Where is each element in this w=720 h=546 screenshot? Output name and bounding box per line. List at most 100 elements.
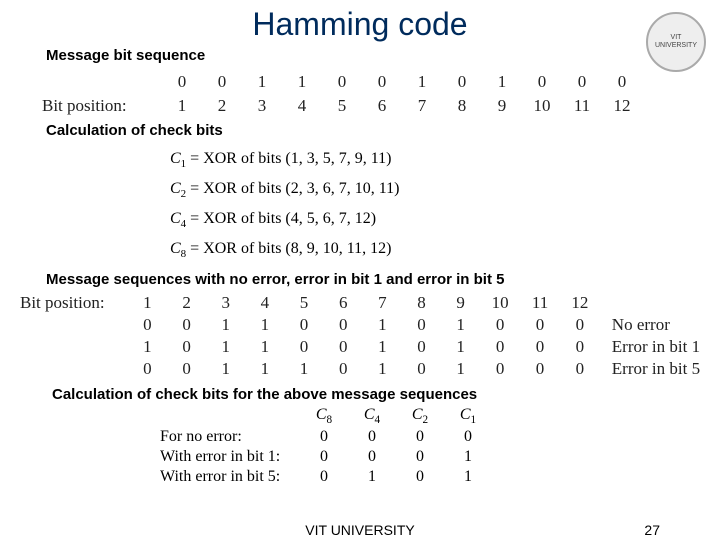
bit-value: 0 [162, 70, 202, 94]
syndrome-value: 0 [396, 447, 444, 467]
bit-value: 0 [602, 70, 642, 94]
bit-value: 1 [441, 336, 480, 358]
bit-value: 1 [206, 358, 245, 380]
bit-position: 3 [206, 292, 245, 314]
table-row: For no error: 0 0 0 0 [160, 427, 492, 447]
bit-position: 10 [522, 94, 562, 118]
row-label: No error [600, 314, 720, 336]
syndrome-header: C1 [444, 405, 492, 427]
equation-row: C4 = XOR of bits (4, 5, 6, 7, 12) [170, 205, 720, 235]
table-row: Bit position: 1 2 3 4 5 6 7 8 9 10 11 12 [20, 292, 720, 314]
bit-position: 8 [402, 292, 441, 314]
table-row: C8 C4 C2 C1 [160, 405, 492, 427]
eq-sub: 2 [181, 188, 187, 200]
bit-position: 12 [560, 292, 600, 314]
syndrome-value: 1 [444, 467, 492, 487]
bit-position: 1 [128, 292, 167, 314]
syndrome-value: 0 [300, 427, 348, 447]
equation-row: C1 = XOR of bits (1, 3, 5, 7, 9, 11) [170, 145, 720, 175]
bit-position: 7 [402, 94, 442, 118]
syndrome-value: 0 [300, 447, 348, 467]
eq-var: C [170, 180, 181, 197]
bit-position: 6 [324, 292, 363, 314]
logo-line2: UNIVERSITY [655, 42, 697, 50]
label-calc-check-bits: Calculation of check bits [46, 122, 720, 139]
bit-value: 1 [363, 314, 402, 336]
footer-page-number: 27 [644, 522, 660, 538]
error-sequence-table: Bit position: 1 2 3 4 5 6 7 8 9 10 11 12… [20, 292, 720, 380]
bit-position: 9 [482, 94, 522, 118]
bit-value: 0 [402, 336, 441, 358]
syndrome-value: 0 [348, 427, 396, 447]
bit-value: 0 [284, 336, 323, 358]
bit-position: 12 [602, 94, 642, 118]
bit-sequence-table: 0 0 1 1 0 0 1 0 1 0 0 0 Bit position: 1 … [42, 70, 642, 118]
eq-rhs: = XOR of bits (4, 5, 6, 7, 12) [190, 210, 376, 227]
bit-value: 0 [442, 70, 482, 94]
bit-value: 0 [322, 70, 362, 94]
bit-value: 1 [206, 314, 245, 336]
bit-value: 0 [128, 314, 167, 336]
syndrome-header: C4 [348, 405, 396, 427]
table-row: 101100101000 Error in bit 1 [20, 336, 720, 358]
bit-value: 0 [560, 314, 600, 336]
check-bit-equations: C1 = XOR of bits (1, 3, 5, 7, 9, 11) C2 … [170, 145, 720, 265]
bit-value: 1 [245, 314, 284, 336]
bit-value: 0 [284, 314, 323, 336]
bit-position: 5 [284, 292, 323, 314]
label-calc-check-above: Calculation of check bits for the above … [52, 386, 720, 403]
bit-value: 0 [167, 358, 206, 380]
row-label: With error in bit 1: [160, 447, 300, 467]
syndrome-value: 0 [300, 467, 348, 487]
bit-position: 10 [480, 292, 520, 314]
label-message-bit-sequence: Message bit sequence [46, 47, 720, 64]
bit-value: 0 [324, 314, 363, 336]
bit-position: 11 [562, 94, 602, 118]
eq-sub: 8 [181, 248, 187, 260]
bit-position: 4 [282, 94, 322, 118]
eq-var: C [170, 150, 181, 167]
bit-value: 0 [480, 336, 520, 358]
slide-title: Hamming code [0, 6, 720, 43]
syndrome-value: 0 [396, 427, 444, 447]
bit-value: 1 [206, 336, 245, 358]
bit-value: 1 [441, 358, 480, 380]
row-label: Error in bit 1 [600, 336, 720, 358]
bit-value: 0 [202, 70, 242, 94]
bit-position: 5 [322, 94, 362, 118]
table-row: With error in bit 5: 0 1 0 1 [160, 467, 492, 487]
logo-text: VIT UNIVERSITY [655, 34, 697, 49]
bit-position: 3 [242, 94, 282, 118]
bit-value: 1 [282, 70, 322, 94]
eq-var: C [170, 240, 181, 257]
syndrome-table: C8 C4 C2 C1 For no error: 0 0 0 0 With e… [160, 405, 492, 487]
eq-var: C [170, 210, 181, 227]
table-row: 001100101000 No error [20, 314, 720, 336]
row-label: With error in bit 5: [160, 467, 300, 487]
bit-value: 0 [480, 314, 520, 336]
bit-value: 0 [560, 336, 600, 358]
bit-value: 1 [242, 70, 282, 94]
eq-rhs: = XOR of bits (2, 3, 6, 7, 10, 11) [190, 180, 399, 197]
syndrome-value: 1 [444, 447, 492, 467]
bit-value: 0 [480, 358, 520, 380]
bit-position: 2 [167, 292, 206, 314]
bit-position: 6 [362, 94, 402, 118]
bit-position-label: Bit position: [42, 94, 162, 118]
bit-position: 7 [363, 292, 402, 314]
bit-value: 0 [362, 70, 402, 94]
bit-value: 1 [128, 336, 167, 358]
row-label: For no error: [160, 427, 300, 447]
footer-university: VIT UNIVERSITY [305, 522, 414, 538]
bit-value: 0 [128, 358, 167, 380]
bit-value: 0 [520, 336, 560, 358]
equation-row: C2 = XOR of bits (2, 3, 6, 7, 10, 11) [170, 175, 720, 205]
eq-sub: 4 [181, 218, 187, 230]
eq-rhs: = XOR of bits (8, 9, 10, 11, 12) [190, 240, 391, 257]
bit-value: 0 [167, 336, 206, 358]
syndrome-value: 1 [348, 467, 396, 487]
bit-value: 0 [520, 314, 560, 336]
bit-value: 1 [363, 358, 402, 380]
bit-value: 1 [245, 358, 284, 380]
bit-value: 0 [167, 314, 206, 336]
